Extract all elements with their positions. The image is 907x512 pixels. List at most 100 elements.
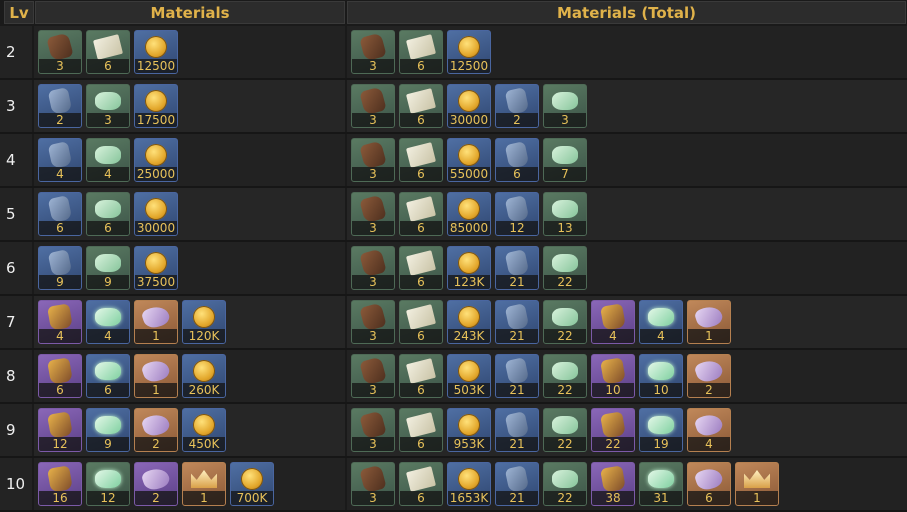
material-item[interactable]: 6 bbox=[399, 84, 443, 128]
material-item[interactable]: 1653K bbox=[447, 462, 491, 506]
material-item[interactable]: 3 bbox=[351, 30, 395, 74]
material-item[interactable]: 3 bbox=[351, 462, 395, 506]
material-item[interactable]: 3 bbox=[543, 84, 587, 128]
material-item[interactable]: 1 bbox=[182, 462, 226, 506]
material-item[interactable]: 25000 bbox=[134, 138, 178, 182]
material-item[interactable]: 22 bbox=[543, 300, 587, 344]
material-item[interactable]: 6 bbox=[399, 192, 443, 236]
mora-icon bbox=[448, 356, 490, 386]
material-item[interactable]: 22 bbox=[543, 246, 587, 290]
material-item[interactable]: 30000 bbox=[447, 84, 491, 128]
material-item[interactable]: 3 bbox=[86, 84, 130, 128]
jade-shine-icon bbox=[87, 410, 129, 440]
material-item[interactable]: 450K bbox=[182, 408, 226, 452]
material-item[interactable]: 6 bbox=[399, 138, 443, 182]
brown-ore-icon bbox=[352, 410, 394, 440]
material-item[interactable]: 6 bbox=[86, 354, 130, 398]
material-item[interactable]: 38 bbox=[591, 462, 635, 506]
material-item[interactable]: 6 bbox=[38, 192, 82, 236]
level-label: 2 bbox=[0, 26, 32, 78]
material-item[interactable]: 22 bbox=[543, 408, 587, 452]
material-item[interactable]: 1 bbox=[134, 300, 178, 344]
material-item[interactable]: 2 bbox=[134, 462, 178, 506]
material-item[interactable]: 12500 bbox=[447, 30, 491, 74]
material-item[interactable]: 21 bbox=[495, 354, 539, 398]
material-item[interactable]: 9 bbox=[38, 246, 82, 290]
material-item[interactable]: 6 bbox=[38, 354, 82, 398]
material-item[interactable]: 3 bbox=[351, 408, 395, 452]
material-item[interactable]: 30000 bbox=[134, 192, 178, 236]
material-quantity: 123K bbox=[448, 275, 490, 289]
material-item[interactable]: 3 bbox=[351, 138, 395, 182]
material-item[interactable]: 9 bbox=[86, 246, 130, 290]
material-item[interactable]: 12 bbox=[86, 462, 130, 506]
material-item[interactable]: 4 bbox=[639, 300, 683, 344]
material-item[interactable]: 22 bbox=[591, 408, 635, 452]
material-item[interactable]: 12500 bbox=[134, 30, 178, 74]
material-item[interactable]: 10 bbox=[639, 354, 683, 398]
material-quantity: 13 bbox=[544, 221, 586, 235]
material-item[interactable]: 6 bbox=[495, 138, 539, 182]
material-quantity: 21 bbox=[496, 275, 538, 289]
material-item[interactable]: 953K bbox=[447, 408, 491, 452]
material-item[interactable]: 503K bbox=[447, 354, 491, 398]
material-item[interactable]: 12 bbox=[495, 192, 539, 236]
material-item[interactable]: 3 bbox=[351, 354, 395, 398]
material-item[interactable]: 17500 bbox=[134, 84, 178, 128]
material-item[interactable]: 22 bbox=[543, 354, 587, 398]
material-item[interactable]: 1 bbox=[134, 354, 178, 398]
material-item[interactable]: 4 bbox=[38, 138, 82, 182]
material-item[interactable]: 2 bbox=[38, 84, 82, 128]
material-item[interactable]: 1 bbox=[735, 462, 779, 506]
material-item[interactable]: 21 bbox=[495, 246, 539, 290]
material-item[interactable]: 3 bbox=[38, 30, 82, 74]
level-label: 6 bbox=[0, 242, 32, 294]
material-item[interactable]: 3 bbox=[351, 246, 395, 290]
material-item[interactable]: 12 bbox=[38, 408, 82, 452]
material-item[interactable]: 21 bbox=[495, 408, 539, 452]
material-item[interactable]: 6 bbox=[399, 246, 443, 290]
material-quantity: 10 bbox=[592, 383, 634, 397]
material-item[interactable]: 6 bbox=[399, 30, 443, 74]
material-item[interactable]: 4 bbox=[86, 300, 130, 344]
material-item[interactable]: 260K bbox=[182, 354, 226, 398]
material-item[interactable]: 3 bbox=[351, 300, 395, 344]
material-item[interactable]: 1 bbox=[687, 300, 731, 344]
material-quantity: 700K bbox=[231, 491, 273, 505]
material-quantity: 22 bbox=[544, 275, 586, 289]
material-item[interactable]: 2 bbox=[495, 84, 539, 128]
material-item[interactable]: 13 bbox=[543, 192, 587, 236]
material-item[interactable]: 700K bbox=[230, 462, 274, 506]
material-item[interactable]: 123K bbox=[447, 246, 491, 290]
material-item[interactable]: 4 bbox=[38, 300, 82, 344]
material-item[interactable]: 6 bbox=[399, 300, 443, 344]
material-item[interactable]: 21 bbox=[495, 462, 539, 506]
material-item[interactable]: 85000 bbox=[447, 192, 491, 236]
material-item[interactable]: 2 bbox=[687, 354, 731, 398]
material-item[interactable]: 4 bbox=[687, 408, 731, 452]
material-item[interactable]: 243K bbox=[447, 300, 491, 344]
material-item[interactable]: 7 bbox=[543, 138, 587, 182]
material-item[interactable]: 10 bbox=[591, 354, 635, 398]
material-item[interactable]: 21 bbox=[495, 300, 539, 344]
material-item[interactable]: 31 bbox=[639, 462, 683, 506]
material-item[interactable]: 6 bbox=[687, 462, 731, 506]
material-item[interactable]: 3 bbox=[351, 84, 395, 128]
material-item[interactable]: 6 bbox=[399, 462, 443, 506]
material-item[interactable]: 19 bbox=[639, 408, 683, 452]
material-item[interactable]: 2 bbox=[134, 408, 178, 452]
material-item[interactable]: 9 bbox=[86, 408, 130, 452]
material-item[interactable]: 37500 bbox=[134, 246, 178, 290]
material-item[interactable]: 16 bbox=[38, 462, 82, 506]
material-item[interactable]: 3 bbox=[351, 192, 395, 236]
material-item[interactable]: 4 bbox=[86, 138, 130, 182]
material-item[interactable]: 55000 bbox=[447, 138, 491, 182]
material-item[interactable]: 6 bbox=[86, 30, 130, 74]
material-item[interactable]: 6 bbox=[86, 192, 130, 236]
material-item[interactable]: 120K bbox=[182, 300, 226, 344]
material-item[interactable]: 22 bbox=[543, 462, 587, 506]
brown-ore-icon bbox=[352, 194, 394, 224]
material-item[interactable]: 6 bbox=[399, 408, 443, 452]
material-item[interactable]: 6 bbox=[399, 354, 443, 398]
material-item[interactable]: 4 bbox=[591, 300, 635, 344]
